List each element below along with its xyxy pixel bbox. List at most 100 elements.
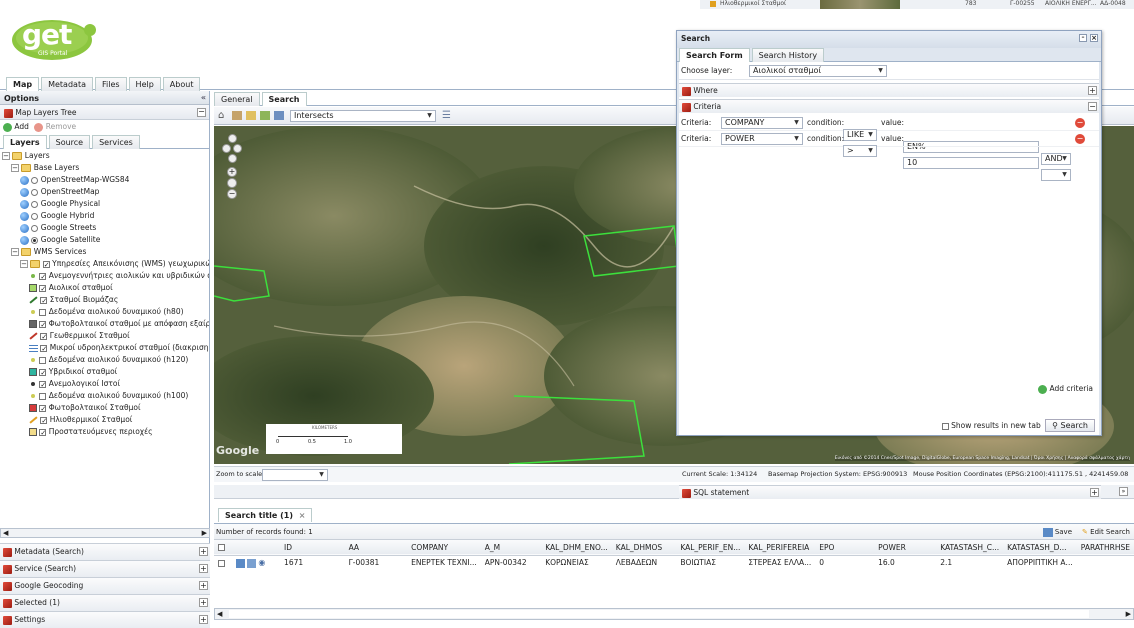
expand-icon[interactable]: + <box>199 547 208 556</box>
pan-left-icon[interactable] <box>222 144 231 153</box>
radio-button[interactable] <box>31 176 39 184</box>
column-header[interactable]: EPO <box>815 540 874 555</box>
results-horizontal-scrollbar[interactable]: ◀ ▶ <box>214 608 1134 620</box>
radio-button[interactable] <box>31 224 39 232</box>
radio-button[interactable] <box>31 188 39 196</box>
close-icon[interactable]: × <box>299 511 306 520</box>
accordion-panel-header[interactable]: Google Geocoding + <box>0 577 210 594</box>
where-section-header[interactable]: Where + <box>679 83 1099 97</box>
criteria-field-select[interactable]: COMPANY ▼ <box>721 117 803 129</box>
expand-icon[interactable]: + <box>199 598 208 607</box>
checkbox[interactable] <box>39 320 47 328</box>
tree-node[interactable]: Ανεμολογικοί Ιστοί <box>2 378 209 390</box>
table-icon[interactable] <box>247 558 256 568</box>
column-header[interactable]: KAL_PERIFEREIA <box>744 540 815 555</box>
column-header[interactable]: KAL_DHM_ENO... <box>541 540 612 555</box>
spatial-operator-select[interactable]: Intersects ▼ <box>290 110 436 122</box>
column-header[interactable]: KATASTASH_C... <box>936 540 1003 555</box>
remove-criteria-icon[interactable]: − <box>1075 118 1085 128</box>
expand-icon[interactable]: + <box>1088 86 1097 95</box>
table-row[interactable]: ◉ 1671 Γ-00381 ΕΝΕΡΤΕΚ ΤΕΧΝΙ... ΑΡΝ-00342 ΚΟΡ… <box>214 555 1134 570</box>
accordion-panel-header[interactable]: Selected (1) + <box>0 594 210 611</box>
criteria-logic-select[interactable]: AND ▼ <box>1041 153 1071 165</box>
scroll-left-icon[interactable]: ◀ <box>217 610 222 618</box>
select-icon[interactable] <box>246 111 256 120</box>
tree-node[interactable]: Υβριδικοί σταθμοί <box>2 366 209 378</box>
home-icon[interactable]: ⌂ <box>218 110 224 121</box>
subtab-services[interactable]: Services <box>92 135 140 149</box>
column-header[interactable]: ID <box>280 540 345 555</box>
tab-files[interactable]: Files <box>94 77 127 91</box>
sql-statement-header[interactable]: SQL statement + <box>679 485 1101 499</box>
tab-about[interactable]: About <box>162 77 201 91</box>
pan-icon[interactable] <box>274 111 284 120</box>
column-header[interactable]: PARATHRHSE <box>1077 540 1134 555</box>
column-header[interactable]: KATASTASH_D... <box>1003 540 1077 555</box>
radio-button[interactable] <box>31 200 39 208</box>
save-button[interactable]: Save <box>1042 524 1072 540</box>
column-header[interactable]: KAL_DHMOS <box>612 540 677 555</box>
expander-icon[interactable]: − <box>20 260 28 268</box>
add-criteria-button[interactable]: Add criteria <box>1038 384 1093 394</box>
tree-node[interactable]: Ηλιοθερμικοί Σταθμοί <box>2 414 209 426</box>
zoom-to-icon[interactable]: ◉ <box>258 558 265 567</box>
tree-node[interactable]: − Layers <box>2 150 209 162</box>
select-all-checkbox[interactable] <box>218 544 225 552</box>
tree-node[interactable]: OpenStreetMap-WGS84 <box>2 174 209 186</box>
checkbox[interactable] <box>39 404 47 412</box>
tree-node[interactable]: Γεωθερμικοί Σταθμοί <box>2 330 209 342</box>
column-header[interactable]: COMPANY <box>407 540 481 555</box>
close-icon[interactable]: × <box>1090 34 1098 42</box>
tree-node[interactable]: Φωτοβολταικοί σταθμοί με απόφαση εξαίρε <box>2 318 209 330</box>
expand-icon[interactable]: + <box>199 564 208 573</box>
checkbox[interactable] <box>39 380 47 388</box>
tree-node[interactable]: − Base Layers <box>2 162 209 174</box>
collapse-down-icon[interactable]: » <box>1119 487 1128 496</box>
expander-icon[interactable]: − <box>11 248 19 256</box>
tree-node[interactable]: − WMS Services <box>2 246 209 258</box>
search-window-titlebar[interactable]: Search – × <box>677 31 1101 48</box>
tab-help[interactable]: Help <box>128 77 161 91</box>
tree-node[interactable]: Google Satellite <box>2 234 209 246</box>
checkbox[interactable] <box>39 284 47 292</box>
tree-node[interactable]: Δεδομένα αιολικού δυναμικού (h100) <box>2 390 209 402</box>
tree-node[interactable]: Δεδομένα αιολικού δυναμικού (h80) <box>2 306 209 318</box>
zoom-to-scale-select[interactable]: ▼ <box>262 469 328 481</box>
row-checkbox[interactable] <box>218 559 225 567</box>
scroll-thumb[interactable] <box>229 610 1089 618</box>
criteria-value-input[interactable]: 10 <box>903 157 1039 169</box>
map-tab-search[interactable]: Search <box>261 92 307 106</box>
column-header[interactable]: POWER <box>874 540 936 555</box>
results-tab[interactable]: Search title (1) × <box>218 508 313 522</box>
pan-left-right-icon[interactable] <box>222 144 242 153</box>
radio-button[interactable] <box>31 236 39 244</box>
tree-node[interactable]: Google Hybrid <box>2 210 209 222</box>
expand-icon[interactable]: + <box>1090 488 1099 497</box>
tree-node[interactable]: Αιολικοί σταθμοί <box>2 282 209 294</box>
tab-map[interactable]: Map <box>6 77 40 91</box>
pan-down-icon[interactable] <box>227 154 237 163</box>
add-layer-button[interactable]: Add <box>3 122 29 132</box>
tree-node[interactable]: Μικροί υδροηλεκτρικοί σταθμοί (διακριση … <box>2 342 209 354</box>
scroll-right-icon[interactable]: ▶ <box>1126 610 1131 618</box>
scroll-left-icon[interactable]: ◀ <box>3 529 8 537</box>
checkbox[interactable] <box>39 428 47 436</box>
expand-icon[interactable]: + <box>199 615 208 624</box>
tree-node[interactable]: Ανεμογεννήτριες αιολικών και υβριδικών σ <box>2 270 209 282</box>
collapse-icon[interactable]: − <box>197 108 206 117</box>
choose-layer-select[interactable]: Αιολικοί σταθμοί ▼ <box>749 65 887 77</box>
search-button[interactable]: ⚲ Search <box>1045 419 1095 432</box>
column-header[interactable]: A_M <box>481 540 541 555</box>
checkbox[interactable] <box>39 392 47 400</box>
tree-node[interactable]: Προστατευόμενες περιοχές <box>2 426 209 438</box>
edit-search-button[interactable]: ✎ Edit Search <box>1082 524 1130 540</box>
accordion-panel-header[interactable]: Service (Search) + <box>0 560 210 577</box>
tree-node[interactable]: Δεδομένα αιολικού δυναμικού (h120) <box>2 354 209 366</box>
minimize-icon[interactable]: – <box>1079 34 1087 42</box>
tree-node[interactable]: Google Physical <box>2 198 209 210</box>
zoom-world-icon[interactable] <box>227 178 237 188</box>
accordion-panel-header[interactable]: Settings + <box>0 611 210 628</box>
accordion-panel-header[interactable]: Metadata (Search) + <box>0 543 210 560</box>
remove-layer-button[interactable]: Remove <box>34 122 76 132</box>
checkbox[interactable] <box>39 368 47 376</box>
